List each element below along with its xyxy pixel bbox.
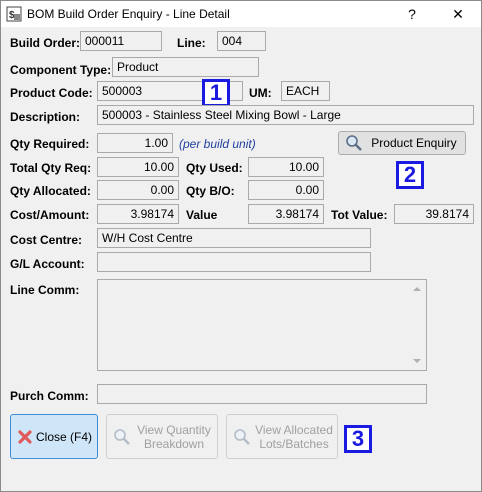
line-comm-text bbox=[98, 280, 426, 284]
line-comm-scrollbar[interactable] bbox=[408, 281, 425, 369]
bom-app-icon: $ bbox=[6, 6, 22, 22]
help-button[interactable]: ? bbox=[389, 1, 435, 27]
description-label: Description: bbox=[10, 110, 81, 124]
view-allocated-line2: Lots/Batches bbox=[259, 436, 329, 451]
title-bar: $ BOM Build Order Enquiry - Line Detail … bbox=[1, 1, 481, 27]
line-comm-textarea[interactable] bbox=[97, 279, 427, 371]
cost-centre-label: Cost Centre: bbox=[10, 233, 83, 247]
qty-required-label: Qty Required: bbox=[10, 137, 90, 151]
dialog-body: Build Order: 000011 Line: 004 Component … bbox=[1, 27, 481, 491]
purch-comm-field[interactable] bbox=[97, 384, 427, 404]
view-quantity-breakdown-button[interactable]: View Quantity Breakdown bbox=[106, 414, 218, 459]
view-allocated-lots-label: View Allocated Lots/Batches bbox=[251, 423, 337, 451]
product-enquiry-button[interactable]: Product Enquiry bbox=[338, 131, 466, 155]
value-label: Value bbox=[186, 208, 218, 222]
scroll-down-icon[interactable] bbox=[413, 359, 421, 363]
close-x-icon bbox=[18, 429, 32, 444]
qty-bo-label: Qty B/O: bbox=[186, 184, 235, 198]
gl-account-label: G/L Account: bbox=[10, 257, 85, 271]
callout-badge-2: 2 bbox=[396, 161, 424, 189]
gl-account-field[interactable] bbox=[97, 252, 371, 272]
cost-centre-field[interactable]: W/H Cost Centre bbox=[97, 228, 371, 248]
callout-badge-3: 3 bbox=[344, 425, 372, 453]
line-label: Line: bbox=[177, 36, 206, 50]
line-field[interactable]: 004 bbox=[217, 31, 266, 51]
dialog-window: $ BOM Build Order Enquiry - Line Detail … bbox=[0, 0, 482, 492]
tot-value-label: Tot Value: bbox=[331, 208, 388, 222]
magnifier-icon bbox=[234, 428, 250, 445]
description-field[interactable]: 500003 - Stainless Steel Mixing Bowl - L… bbox=[97, 105, 474, 125]
qty-used-field[interactable]: 10.00 bbox=[248, 157, 324, 177]
total-qty-req-field[interactable]: 10.00 bbox=[97, 157, 179, 177]
qty-allocated-label: Qty Allocated: bbox=[10, 184, 91, 198]
window-title: BOM Build Order Enquiry - Line Detail bbox=[27, 7, 230, 21]
qty-allocated-field[interactable]: 0.00 bbox=[97, 180, 179, 200]
close-button[interactable]: Close (F4) bbox=[10, 414, 98, 459]
qty-bo-field[interactable]: 0.00 bbox=[248, 180, 324, 200]
view-allocated-lots-button[interactable]: View Allocated Lots/Batches bbox=[226, 414, 338, 459]
product-code-label: Product Code: bbox=[10, 86, 93, 100]
magnifier-icon bbox=[346, 135, 362, 151]
value-field[interactable]: 3.98174 bbox=[248, 204, 324, 224]
qty-used-label: Qty Used: bbox=[186, 161, 243, 175]
um-label: UM: bbox=[249, 86, 272, 100]
view-allocated-line1: View Allocated bbox=[255, 422, 333, 437]
view-quantity-line2: Breakdown bbox=[143, 436, 205, 451]
purch-comm-label: Purch Comm: bbox=[10, 389, 89, 403]
um-field[interactable]: EACH bbox=[281, 81, 330, 101]
close-button-label: Close (F4) bbox=[36, 429, 93, 444]
product-enquiry-label: Product Enquiry bbox=[371, 136, 457, 150]
component-type-label: Component Type: bbox=[10, 63, 112, 77]
line-comm-label: Line Comm: bbox=[10, 283, 80, 297]
qty-required-field[interactable]: 1.00 bbox=[97, 133, 173, 153]
per-build-unit-hint: (per build unit) bbox=[179, 137, 256, 151]
component-type-field[interactable]: Product bbox=[112, 57, 259, 77]
build-order-field[interactable]: 000011 bbox=[80, 31, 162, 51]
cost-amount-label: Cost/Amount: bbox=[10, 208, 90, 222]
build-order-label: Build Order: bbox=[10, 36, 81, 50]
cost-amount-field[interactable]: 3.98174 bbox=[97, 204, 179, 224]
total-qty-req-label: Total Qty Req: bbox=[10, 161, 92, 175]
close-window-button[interactable]: ✕ bbox=[435, 1, 481, 27]
callout-badge-1: 1 bbox=[202, 79, 230, 107]
magnifier-icon bbox=[114, 428, 130, 445]
view-quantity-line1: View Quantity bbox=[137, 422, 211, 437]
view-quantity-breakdown-label: View Quantity Breakdown bbox=[131, 423, 217, 451]
scroll-up-icon[interactable] bbox=[413, 287, 421, 291]
tot-value-field[interactable]: 39.8174 bbox=[394, 204, 474, 224]
